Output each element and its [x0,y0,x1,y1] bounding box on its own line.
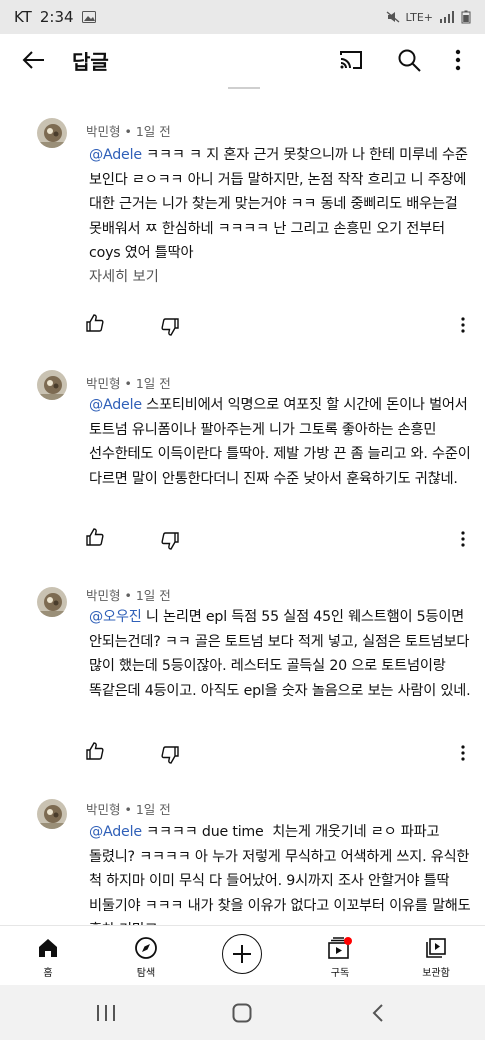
system-navigation-bar [0,985,485,1040]
mention-link[interactable]: @Adele [89,824,142,840]
comment-item: 박민형 • 1일 전 @Adele ㅋㅋㅋㅋ due time 치는게 개웃기네… [0,0,485,925]
comment-text: @Adele ㅋㅋㅋㅋ due time 치는게 개웃기네 ㄹㅇ 파파고 돌렸니… [89,824,471,925]
nav-subscriptions-label: 구독 [330,968,350,979]
comment-meta: 박민형 • 1일 전 [86,802,171,817]
timestamp: 1일 전 [135,802,171,817]
nav-subscriptions[interactable]: 구독 [300,926,380,986]
create-icon [233,945,251,963]
nav-library[interactable]: 보관함 [396,926,476,986]
home-button-icon[interactable] [231,1002,253,1024]
nav-home[interactable]: 홈 [8,926,88,986]
nav-library-label: 보관함 [422,968,450,979]
author-name[interactable]: 박민형 [86,802,121,817]
avatar[interactable] [37,799,67,829]
subscriptions-icon [328,937,352,959]
compass-icon [135,937,157,959]
bottom-navigation: 홈 탐색 구독 보관함 [0,925,485,985]
nav-home-label: 홈 [43,968,53,979]
back-button-icon[interactable] [370,1003,386,1023]
library-icon [426,938,446,958]
home-icon [39,939,57,957]
create-button[interactable] [222,934,262,974]
recent-apps-icon[interactable] [95,1003,117,1023]
nav-explore[interactable]: 탐색 [106,926,186,986]
nav-explore-label: 탐색 [136,968,156,979]
